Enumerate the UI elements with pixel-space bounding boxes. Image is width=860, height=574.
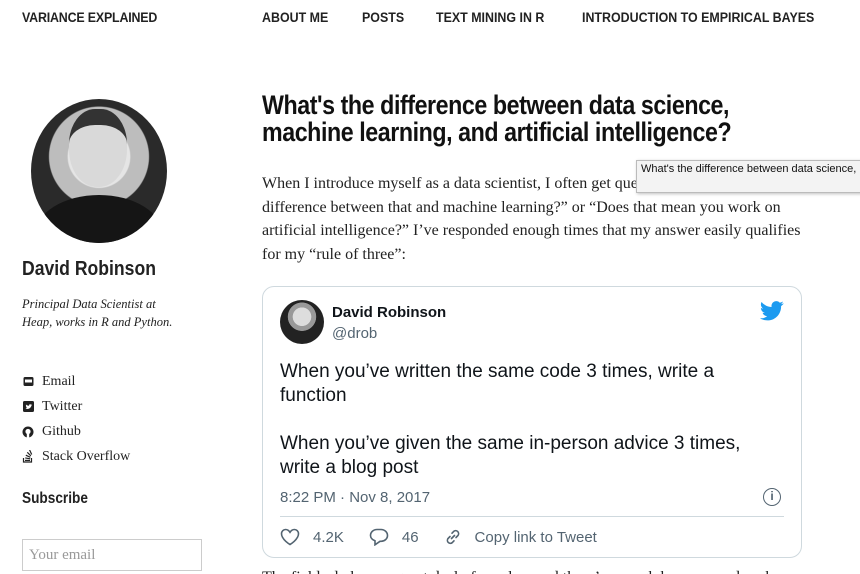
- tweet-text-line-1: When you’ve written the same code 3 time…: [280, 361, 715, 406]
- copy-link-button[interactable]: Copy link to Tweet: [444, 528, 597, 546]
- author-name: David Robinson: [22, 258, 156, 280]
- author-avatar: [31, 99, 167, 243]
- tweet-actions: 4.2K 46 Copy link to Tweet: [280, 528, 622, 546]
- link-email-label[interactable]: Email: [42, 374, 75, 390]
- nav-posts[interactable]: POSTS: [362, 10, 404, 25]
- post-title: What's the difference between data scien…: [262, 90, 732, 147]
- link-twitter[interactable]: Twitter: [22, 394, 130, 419]
- reply-button[interactable]: 46: [369, 528, 419, 546]
- copy-link-label: Copy link to Tweet: [474, 528, 597, 546]
- link-stack-overflow-label[interactable]: Stack Overflow: [42, 449, 130, 465]
- stack-overflow-icon: [22, 450, 34, 463]
- nav-about-me[interactable]: ABOUT ME: [262, 10, 328, 25]
- link-github[interactable]: Github: [22, 419, 130, 444]
- tweet-author-name[interactable]: David Robinson: [332, 304, 446, 321]
- link-github-label[interactable]: Github: [42, 424, 81, 440]
- embedded-tweet[interactable]: David Robinson @drob When you’ve written…: [262, 286, 802, 558]
- info-icon[interactable]: i: [763, 488, 781, 506]
- tweet-divider: [280, 516, 784, 517]
- tweet-timestamp[interactable]: 8:22 PM · Nov 8, 2017: [280, 489, 430, 506]
- link-email[interactable]: Email: [22, 369, 130, 394]
- envelope-icon: [22, 376, 34, 388]
- reply-count: 46: [401, 528, 419, 546]
- post-next-paragraph: The fields do have a great deal of overl…: [262, 566, 807, 574]
- subscribe-heading: Subscribe: [22, 490, 88, 507]
- like-count: 4.2K: [313, 528, 344, 546]
- twitter-icon: [22, 401, 34, 413]
- like-button[interactable]: 4.2K: [280, 528, 344, 546]
- tweet-author-handle[interactable]: @drob: [332, 325, 377, 342]
- link-twitter-label[interactable]: Twitter: [42, 399, 82, 415]
- heart-icon: [280, 528, 300, 546]
- title-tooltip: What's the difference between data scien…: [636, 160, 860, 193]
- avatar-face: [69, 109, 127, 187]
- tweet-text-line-2: When you’ve given the same in-person adv…: [280, 433, 741, 478]
- site-brand-link[interactable]: VARIANCE EXPLAINED: [22, 10, 157, 25]
- twitter-bird-icon[interactable]: [760, 301, 784, 321]
- nav-empirical-bayes[interactable]: INTRODUCTION TO EMPIRICAL BAYES: [582, 10, 814, 25]
- subscribe-email-input[interactable]: [22, 539, 202, 571]
- link-stack-overflow[interactable]: Stack Overflow: [22, 444, 130, 469]
- reply-icon: [369, 528, 389, 546]
- avatar-shirt: [35, 195, 163, 243]
- github-icon: [22, 426, 34, 438]
- social-links: Email Twitter Github Stack Overflow: [22, 369, 130, 469]
- nav-text-mining[interactable]: TEXT MINING IN R: [436, 10, 544, 25]
- tweet-text: When you’ve written the same code 3 time…: [280, 360, 780, 504]
- top-nav: ABOUT ME POSTS TEXT MINING IN R INTRODUC…: [262, 10, 860, 25]
- tweet-author-avatar[interactable]: [280, 300, 324, 344]
- author-bio: Principal Data Scientist at Heap, works …: [22, 297, 173, 329]
- link-icon: [446, 529, 459, 545]
